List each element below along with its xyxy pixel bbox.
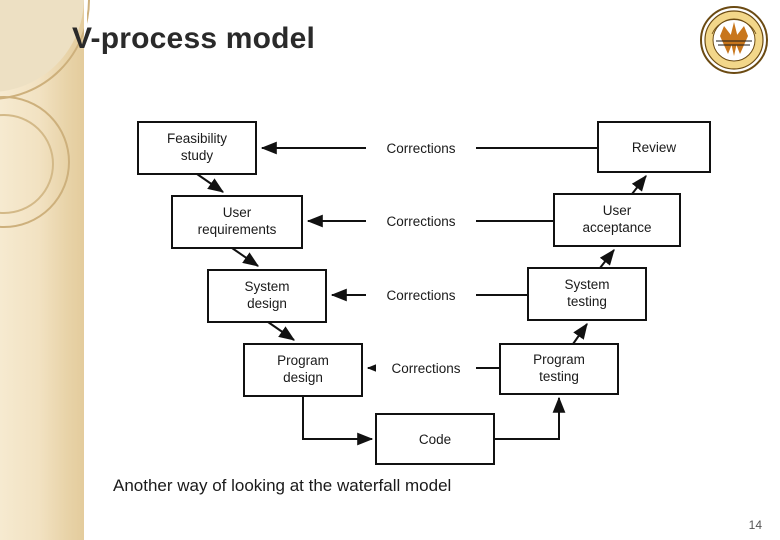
arrow-user-requirements-to-system-design: [231, 247, 259, 267]
box-label-line: acceptance: [582, 220, 651, 235]
box-user-requirements: User requirements: [171, 195, 303, 249]
box-label-line: Program: [277, 353, 329, 368]
box-label-line: Feasibility: [167, 131, 227, 146]
v-process-model-diagram: Feasibility study User requirements Syst…: [120, 108, 720, 468]
label-corrections-3: Corrections: [386, 288, 455, 303]
arrow-code-to-program-testing: [494, 396, 566, 440]
label-corrections-1: Corrections: [386, 141, 455, 156]
box-label-line: Code: [419, 432, 451, 447]
decorative-left-band: [0, 0, 90, 540]
corrections-label-group: Corrections Corrections Corrections Corr…: [366, 138, 476, 378]
box-program-testing: Program testing: [499, 343, 619, 395]
arrow-user-acceptance-to-review: [631, 175, 647, 195]
box-label-line: testing: [539, 369, 579, 384]
box-label-line: System: [564, 277, 609, 292]
box-label-line: design: [283, 370, 323, 385]
box-label-line: Program: [533, 352, 585, 367]
arrow-program-design-to-code: [302, 396, 374, 446]
label-corrections-2: Corrections: [386, 214, 455, 229]
box-code: Code: [375, 413, 495, 465]
box-label-line: design: [247, 296, 287, 311]
arrow-system-testing-to-user-acceptance: [599, 249, 615, 269]
box-label-line: System: [244, 279, 289, 294]
label-corrections-4: Corrections: [391, 361, 460, 376]
box-system-testing: System testing: [527, 267, 647, 321]
arrow-system-design-to-program-design: [267, 321, 295, 341]
arrow-program-testing-to-system-testing: [572, 323, 588, 345]
slide-caption: Another way of looking at the waterfall …: [113, 476, 452, 495]
page-number: 14: [748, 518, 762, 532]
box-label-line: study: [181, 148, 214, 163]
box-label-line: User: [223, 205, 252, 220]
box-program-design: Program design: [243, 343, 363, 397]
arrow-feasibility-to-user-requirements: [196, 173, 224, 193]
box-review: Review: [597, 121, 711, 173]
box-label-line: requirements: [198, 222, 277, 237]
band-edge-divider: [84, 0, 87, 540]
box-user-acceptance: User acceptance: [553, 193, 681, 247]
box-label-line: testing: [567, 294, 607, 309]
box-label-line: User: [603, 203, 632, 218]
university-crest-logo: [700, 6, 768, 74]
box-feasibility-study: Feasibility study: [137, 121, 257, 175]
page-title: V-process model: [72, 22, 316, 55]
box-system-design: System design: [207, 269, 327, 323]
box-label-line: Review: [632, 140, 677, 155]
